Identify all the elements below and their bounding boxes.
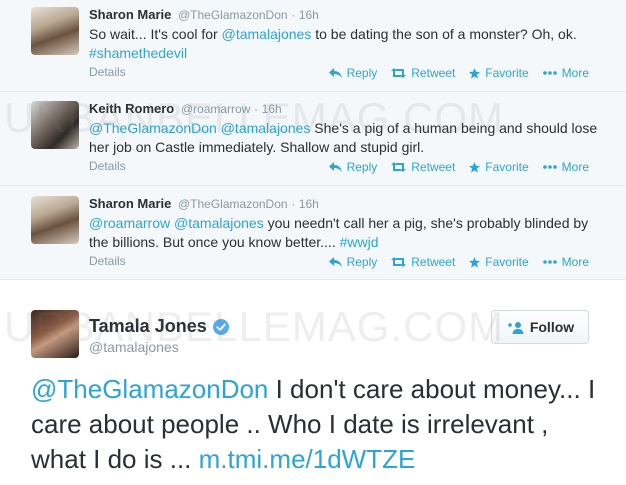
more-dots-icon — [542, 71, 557, 75]
reply-tweet: Sharon Marie @TheGlamazonDon · 16h So wa… — [0, 0, 626, 90]
mention-link[interactable]: @roamarrow — [89, 215, 170, 231]
more-dots-icon — [542, 165, 557, 169]
author-handle[interactable]: @TheGlamazonDon — [178, 197, 288, 211]
add-user-icon — [507, 321, 524, 334]
more-label: More — [561, 160, 589, 174]
avatar[interactable] — [31, 101, 79, 149]
timestamp[interactable]: 16h — [299, 197, 319, 211]
author-name[interactable]: Sharon Marie — [89, 196, 171, 211]
main-author: Tamala Jones — [89, 316, 229, 337]
retweet-label: Retweet — [411, 160, 456, 174]
hashtag-link[interactable]: #wwjd — [340, 234, 379, 250]
reply-tweet: Keith Romero @roamarrow · 16h @TheGlamaz… — [0, 93, 626, 185]
reply-label: Reply — [346, 160, 378, 174]
avatar[interactable] — [31, 7, 79, 55]
follow-button[interactable]: Follow — [491, 310, 589, 344]
retweet-icon — [391, 257, 407, 267]
author-name[interactable]: Sharon Marie — [89, 7, 171, 22]
star-icon — [469, 67, 481, 79]
avatar[interactable] — [31, 310, 79, 358]
tweet-header: Keith Romero @roamarrow · 16h — [89, 101, 282, 116]
reply-icon — [328, 257, 342, 267]
retweet-button[interactable]: Retweet — [391, 255, 455, 269]
avatar[interactable] — [31, 196, 79, 244]
author-handle[interactable]: @TheGlamazonDon — [178, 8, 288, 22]
tweet-actions: Reply Retweet Favorite More — [328, 160, 589, 174]
reply-button[interactable]: Reply — [328, 66, 378, 80]
more-button[interactable]: More — [542, 66, 589, 80]
favorite-label: Favorite — [485, 160, 529, 174]
favorite-button[interactable]: Favorite — [469, 255, 529, 269]
text-segment: to be dating the son of a monster? Oh, o… — [311, 26, 577, 42]
favorite-button[interactable]: Favorite — [469, 160, 529, 174]
divider — [0, 91, 626, 92]
timestamp[interactable]: 16h — [299, 8, 319, 22]
author-name[interactable]: Tamala Jones — [89, 316, 207, 337]
favorite-button[interactable]: Favorite — [469, 66, 529, 80]
separator: · — [291, 8, 296, 22]
tweet-actions: Reply Retweet Favorite More — [328, 255, 589, 269]
retweet-label: Retweet — [411, 66, 456, 80]
retweet-button[interactable]: Retweet — [391, 160, 455, 174]
text-segment: So wait... It's cool for — [89, 26, 222, 42]
retweet-button[interactable]: Retweet — [391, 66, 455, 80]
mention-link[interactable]: @tamalajones — [222, 26, 312, 42]
more-button[interactable]: More — [542, 255, 589, 269]
tweet-text: @roamarrow @tamalajones you needn't call… — [89, 214, 599, 252]
hashtag-link[interactable]: #shamethedevil — [89, 45, 187, 61]
timestamp[interactable]: 16h — [262, 102, 282, 116]
follow-label: Follow — [529, 319, 575, 335]
tweet-text: @TheGlamazonDon @tamalajones She's a pig… — [89, 119, 599, 157]
retweet-icon — [391, 162, 407, 172]
star-icon — [469, 256, 481, 268]
reply-icon — [328, 68, 342, 78]
reply-label: Reply — [346, 255, 378, 269]
more-label: More — [561, 255, 589, 269]
more-label: More — [561, 66, 589, 80]
verified-badge-icon — [212, 318, 229, 335]
star-icon — [469, 161, 481, 173]
details-link[interactable]: Details — [89, 65, 126, 79]
reply-button[interactable]: Reply — [328, 255, 378, 269]
tweet-header: Sharon Marie @TheGlamazonDon · 16h — [89, 7, 319, 22]
retweet-label: Retweet — [411, 255, 456, 269]
separator: · — [291, 197, 296, 211]
details-link[interactable]: Details — [89, 254, 126, 268]
tweet-header: Sharon Marie @TheGlamazonDon · 16h — [89, 196, 319, 211]
favorite-label: Favorite — [485, 66, 529, 80]
mention-link[interactable]: @TheGlamazonDon — [89, 120, 217, 136]
tweet-actions: Reply Retweet Favorite More — [328, 66, 589, 80]
reply-tweet: Sharon Marie @TheGlamazonDon · 16h @roam… — [0, 187, 626, 279]
mention-link[interactable]: @tamalajones — [174, 215, 264, 231]
details-link[interactable]: Details — [89, 159, 126, 173]
mention-link[interactable]: @tamalajones — [221, 120, 311, 136]
main-tweet-text: @TheGlamazonDon I don't care about money… — [31, 372, 601, 477]
url-link[interactable]: m.tmi.me/1dWTZE — [199, 444, 416, 474]
favorite-label: Favorite — [485, 255, 529, 269]
mention-link[interactable]: @TheGlamazonDon — [31, 374, 268, 404]
author-handle[interactable]: @tamalajones — [89, 339, 179, 355]
author-handle[interactable]: @roamarrow — [181, 102, 251, 116]
reply-label: Reply — [346, 66, 378, 80]
separator: · — [254, 102, 259, 116]
author-name[interactable]: Keith Romero — [89, 101, 174, 116]
divider — [0, 185, 626, 186]
more-button[interactable]: More — [542, 160, 589, 174]
reply-button[interactable]: Reply — [328, 160, 378, 174]
tweet-text: So wait... It's cool for @tamalajones to… — [89, 25, 599, 63]
retweet-icon — [391, 68, 407, 78]
more-dots-icon — [542, 260, 557, 264]
reply-icon — [328, 162, 342, 172]
